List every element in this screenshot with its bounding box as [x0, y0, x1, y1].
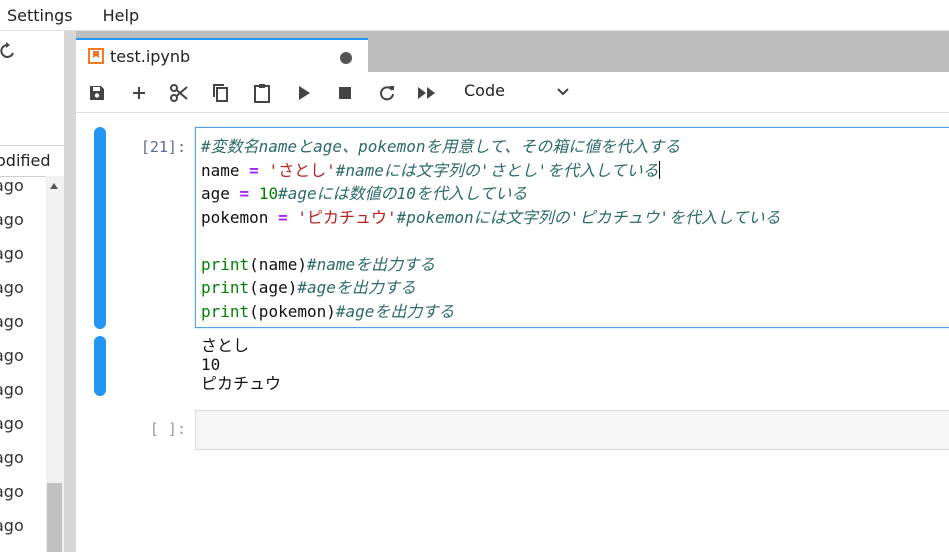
- text-cursor: [658, 160, 660, 179]
- code-token: age: [201, 184, 240, 203]
- code-line: name = 'さとし'#nameには文字列の'さとし'を代入している: [201, 159, 780, 183]
- code-token: name: [201, 160, 250, 180]
- notebook-toolbar: Code: [76, 72, 949, 113]
- file-modified-time[interactable]: ago: [0, 176, 24, 195]
- code-token: #nameには文字列の'さとし'を代入している: [335, 160, 659, 180]
- fast-forward-icon[interactable]: [416, 82, 438, 104]
- paste-icon[interactable]: [251, 82, 273, 104]
- code-token: 'さとし': [268, 160, 336, 180]
- last-modified-header[interactable]: odified: [0, 145, 64, 177]
- input-prompt: [21]:: [140, 138, 186, 156]
- add-icon[interactable]: [128, 82, 150, 104]
- file-modified-time[interactable]: ago: [0, 278, 24, 297]
- code-token: pokemon: [201, 207, 279, 227]
- code-token: =: [249, 160, 259, 180]
- code-token: print: [201, 301, 250, 321]
- code-token: 'ピカチュウ': [297, 207, 397, 227]
- empty-code-editor[interactable]: [195, 410, 949, 450]
- file-modified-time[interactable]: ago: [0, 312, 24, 331]
- code-line: print(name)#nameを出力する: [201, 253, 780, 277]
- cell-output: さとし 10 ピカチュウ: [201, 336, 282, 393]
- code-token: #ageには数値の10を代入している: [278, 184, 528, 203]
- unsaved-indicator-icon[interactable]: [340, 52, 352, 64]
- code-line: print(pokemon)#ageを出力する: [201, 300, 780, 324]
- file-modified-time[interactable]: ago: [0, 210, 24, 229]
- file-modified-time[interactable]: ago: [0, 482, 24, 501]
- code-line: print(age)#ageを出力する: [201, 276, 780, 300]
- code-token: =: [239, 184, 250, 203]
- file-modified-time[interactable]: ago: [0, 448, 24, 467]
- panel-splitter[interactable]: [64, 31, 76, 552]
- file-modified-time[interactable]: ago: [0, 516, 24, 535]
- stop-icon[interactable]: [334, 82, 356, 104]
- file-modified-time[interactable]: ago: [0, 244, 24, 263]
- refresh-icon[interactable]: [0, 41, 20, 61]
- code-token: #ageを出力する: [297, 278, 416, 297]
- cell-type-select[interactable]: Code: [464, 81, 574, 105]
- code-token: #pokemonには文字列の'ピカチュウ'を代入している: [396, 207, 781, 227]
- notebook-icon: [88, 48, 104, 64]
- code-line: age = 10#ageには数値の10を代入している: [201, 182, 780, 206]
- tab-test-notebook[interactable]: test.ipynb: [76, 38, 368, 72]
- output-collapser[interactable]: [94, 336, 106, 396]
- run-icon[interactable]: [293, 82, 315, 104]
- code-token: (pokemon): [249, 301, 336, 321]
- file-modified-time[interactable]: ago: [0, 414, 24, 433]
- code-token: 10: [258, 184, 279, 203]
- copy-icon[interactable]: [210, 82, 232, 104]
- restart-icon[interactable]: [376, 82, 398, 104]
- cut-icon[interactable]: [168, 82, 190, 104]
- code-token: print: [201, 278, 250, 297]
- code-token: #ageを出力する: [335, 301, 455, 321]
- code-token: =: [278, 207, 288, 227]
- code-line: pokemon = 'ピカチュウ'#pokemonには文字列の'ピカチュウ'を代…: [201, 206, 780, 230]
- scrollbar-thumb[interactable]: [47, 483, 62, 552]
- file-modified-time[interactable]: ago: [0, 380, 24, 399]
- save-icon[interactable]: [86, 82, 108, 104]
- chevron-down-icon: [556, 83, 570, 102]
- scroll-up-icon[interactable]: [50, 183, 58, 189]
- input-collapser[interactable]: [94, 127, 106, 329]
- menu-settings[interactable]: Settings: [7, 6, 73, 25]
- code-token: #nameを出力する: [306, 254, 436, 274]
- code-line: #変数名nameとage、pokemonを用意して、その箱に値を代入する: [201, 135, 780, 159]
- code-content[interactable]: #変数名nameとage、pokemonを用意して、その箱に値を代入する name…: [201, 135, 780, 323]
- file-browser: odified ago ago ago ago ago ago ago ago ago ago ag…: [0, 31, 64, 552]
- file-modified-time[interactable]: ago: [0, 346, 24, 365]
- code-token: print: [201, 254, 250, 274]
- menu-help[interactable]: Help: [103, 6, 139, 25]
- code-token: (name): [249, 254, 307, 274]
- menu-bar: Settings Help: [0, 0, 949, 31]
- code-token: (age): [249, 278, 298, 297]
- tab-title: test.ipynb: [110, 47, 191, 66]
- code-token: #変数名nameとage、pokemonを用意して、その箱に値を代入する: [201, 137, 681, 156]
- empty-cell-prompt: [ ]:: [149, 420, 186, 438]
- cell-type-value: Code: [464, 81, 505, 100]
